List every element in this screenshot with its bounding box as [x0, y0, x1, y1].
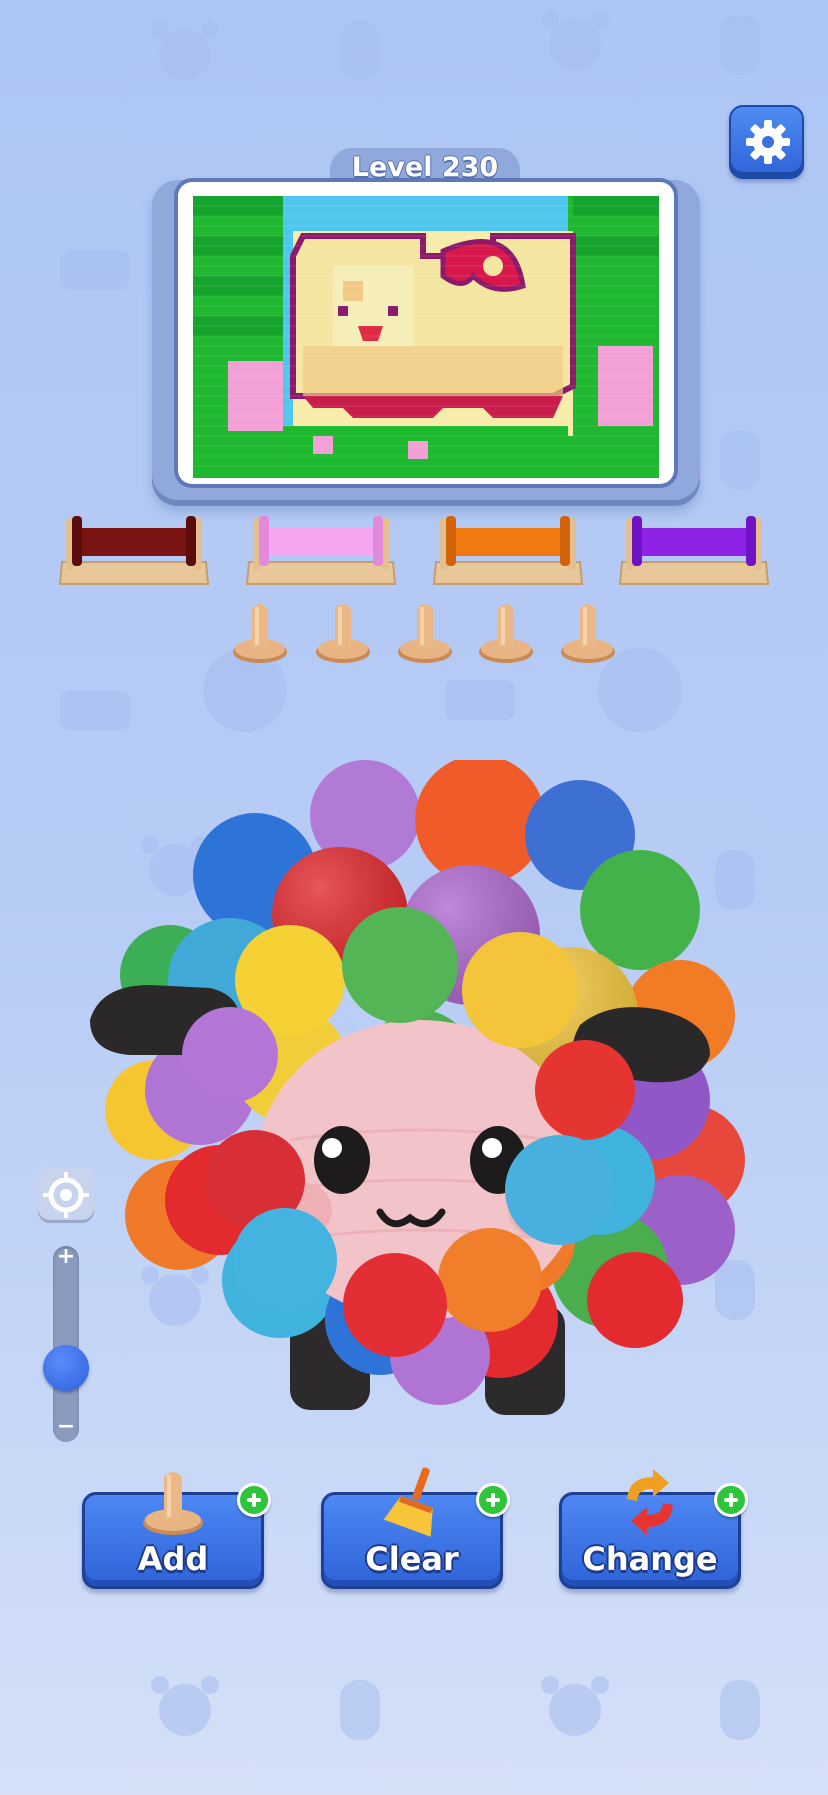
zoom-in-label[interactable]: +	[53, 1244, 79, 1269]
dark-red-spool[interactable]	[58, 510, 210, 588]
empty-peg[interactable]	[477, 597, 535, 665]
peg-icon	[143, 1472, 203, 1535]
pink-spool[interactable]	[245, 510, 397, 588]
empty-peg[interactable]	[396, 597, 454, 665]
recenter-button[interactable]	[38, 1167, 94, 1223]
plus-badge-icon	[237, 1483, 271, 1517]
change-button-label: Change	[582, 1540, 718, 1578]
purple-spool[interactable]	[618, 510, 770, 588]
change-button[interactable]: Change	[559, 1469, 748, 1589]
plus-badge-icon	[714, 1483, 748, 1517]
empty-peg[interactable]	[559, 597, 617, 665]
level-label: Level 230	[351, 152, 499, 183]
zoom-slider[interactable]	[53, 1246, 79, 1442]
orange-spool[interactable]	[432, 510, 584, 588]
crosshair-icon	[43, 1172, 89, 1218]
broom-icon	[383, 1467, 433, 1537]
clear-button[interactable]: Clear	[321, 1467, 510, 1589]
swap-arrows-icon	[627, 1469, 673, 1535]
zoom-slider-thumb[interactable]	[43, 1345, 89, 1391]
add-button[interactable]: Add	[82, 1472, 271, 1589]
empty-peg[interactable]	[231, 597, 289, 665]
sheep-pixel-pattern	[193, 196, 659, 478]
settings-button[interactable]	[729, 105, 804, 179]
yarn-sheep-model[interactable]	[80, 760, 760, 1440]
clear-button-label: Clear	[365, 1540, 459, 1578]
empty-peg[interactable]	[314, 597, 372, 665]
zoom-out-label[interactable]: −	[53, 1414, 79, 1439]
gear-icon	[746, 120, 790, 164]
plus-badge-icon	[476, 1483, 510, 1517]
add-button-label: Add	[137, 1540, 209, 1578]
